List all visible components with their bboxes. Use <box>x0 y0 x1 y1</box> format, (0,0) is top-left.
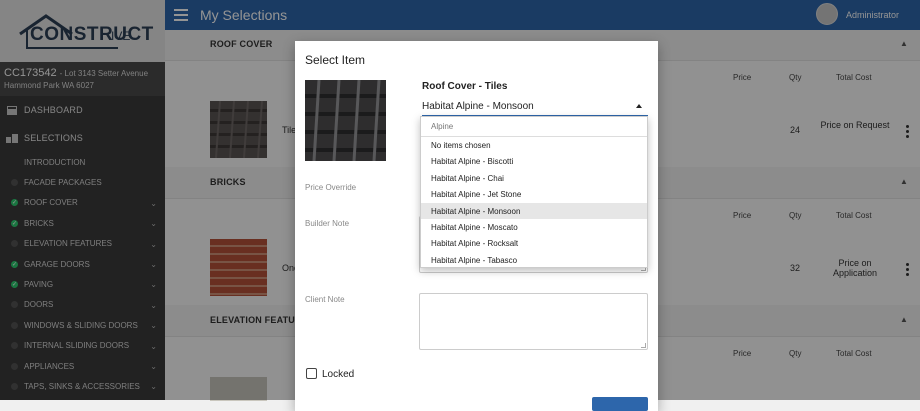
dropdown-option[interactable]: Habitat Alpine - Rocksalt <box>421 235 647 251</box>
locked-label: Locked <box>322 369 355 380</box>
save-button[interactable] <box>592 397 648 411</box>
locked-checkbox[interactable] <box>306 368 317 379</box>
dropdown-option[interactable]: Habitat Alpine - Chai <box>421 170 647 186</box>
price-override-label: Price Override <box>305 183 357 192</box>
client-note-label: Client Note <box>305 295 345 304</box>
dropdown-search-input[interactable]: Alpine <box>421 117 647 137</box>
item-select[interactable]: Habitat Alpine - Monsoon <box>422 99 648 116</box>
client-note-field[interactable] <box>419 293 648 350</box>
dropdown-option[interactable]: Habitat Alpine - Tabasco <box>421 252 647 268</box>
item-select-value: Habitat Alpine - Monsoon <box>422 101 534 112</box>
product-image <box>305 80 386 161</box>
caret-up-icon <box>636 104 642 108</box>
builder-note-label: Builder Note <box>305 219 350 228</box>
dropdown-option[interactable]: Habitat Alpine - Monsoon <box>421 202 647 219</box>
item-title: Roof Cover - Tiles <box>422 81 508 92</box>
dropdown-option[interactable]: No items chosen <box>421 137 647 153</box>
item-dropdown: Alpine No items chosen Habitat Alpine - B… <box>420 116 648 268</box>
dropdown-option[interactable]: Habitat Alpine - Moscato <box>421 219 647 235</box>
dropdown-option[interactable]: Habitat Alpine - Jet Stone <box>421 186 647 202</box>
modal-title: Select Item <box>305 53 366 67</box>
dropdown-option[interactable]: Habitat Alpine - Biscotti <box>421 153 647 169</box>
